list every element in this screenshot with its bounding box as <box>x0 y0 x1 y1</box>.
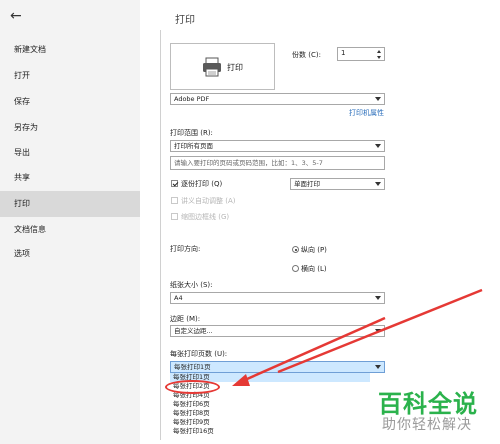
print-button-label: 打印 <box>227 63 243 72</box>
thumbnail-border-checkbox[interactable] <box>171 213 178 220</box>
sidebar-item-share[interactable]: 共享 <box>0 165 140 191</box>
printer-icon <box>203 57 221 77</box>
range-select-value: 打印所有页面 <box>174 142 213 150</box>
pages-per-sheet-label: 每张打印页数 (U): <box>170 350 228 358</box>
landscape-radio[interactable] <box>292 265 299 272</box>
landscape-label: 横向 (L) <box>301 265 327 273</box>
chevron-down-icon <box>375 329 381 333</box>
chevron-down-icon <box>375 296 381 300</box>
chevron-down-icon[interactable] <box>372 362 384 372</box>
printer-select-value: Adobe PDF <box>174 95 210 103</box>
sidebar-item-export[interactable]: 导出 <box>0 140 140 166</box>
stepper-up-icon[interactable] <box>377 50 381 53</box>
printer-properties-link[interactable]: 打印机属性 <box>349 108 384 118</box>
portrait-radio[interactable] <box>292 246 299 253</box>
collate-checkbox[interactable] <box>171 180 178 187</box>
pages-input[interactable]: 请输入要打印的页码或页码范围，比如：1、3、5-7 <box>170 156 385 170</box>
margins-label: 边距 (M): <box>170 315 201 323</box>
sidebar-item-open[interactable]: 打开 <box>0 63 140 89</box>
print-button[interactable]: 打印 <box>170 43 275 90</box>
pages-per-sheet-select[interactable]: 每张打印1页 <box>170 361 385 373</box>
collate-label: 逐份打印 (Q) <box>181 180 223 188</box>
handout-adjust-label: 讲义自动调整 (A) <box>181 197 236 205</box>
chevron-down-icon <box>375 97 381 101</box>
handout-adjust-checkbox[interactable] <box>171 197 178 204</box>
stepper-down-icon[interactable] <box>377 56 381 59</box>
range-select[interactable]: 打印所有页面 <box>170 140 385 152</box>
chevron-down-icon <box>375 144 381 148</box>
sidebar: ← 新建文档 打开 保存 另存为 导出 共享 打印 文档信息 选项 <box>0 0 140 444</box>
copies-label: 份数 (C): <box>292 51 321 59</box>
paper-size-value: A4 <box>174 294 183 302</box>
paper-size-select[interactable]: A4 <box>170 292 385 304</box>
sidebar-item-print[interactable]: 打印 <box>0 191 140 217</box>
sidebar-item-new[interactable]: 新建文档 <box>0 37 140 63</box>
thumbnail-border-label: 缩图边框线 (G) <box>181 213 230 221</box>
divider <box>160 30 161 440</box>
arrow-left-icon[interactable]: ← <box>10 8 22 24</box>
portrait-label: 纵向 (P) <box>301 246 327 254</box>
pages-per-sheet-value: 每张打印1页 <box>174 363 211 371</box>
sidebar-item-doc-info[interactable]: 文档信息 <box>0 217 140 243</box>
annotation-circle <box>165 380 220 394</box>
margins-select[interactable]: 自定义边距... <box>170 325 385 337</box>
pages-per-sheet-option[interactable]: 每张打印8页 <box>170 409 225 418</box>
sides-select[interactable]: 单面打印 <box>290 178 385 190</box>
page-title: 打印 <box>175 15 195 26</box>
sidebar-item-options[interactable]: 选项 <box>0 241 140 267</box>
printer-select[interactable]: Adobe PDF <box>170 93 385 105</box>
copies-value: 1 <box>341 49 346 57</box>
sides-select-value: 单面打印 <box>294 180 320 188</box>
orientation-label: 打印方向: <box>170 245 201 253</box>
pages-per-sheet-option[interactable]: 每张打印16页 <box>170 427 225 436</box>
pages-per-sheet-option[interactable]: 每张打印9页 <box>170 418 225 427</box>
copies-stepper[interactable]: 1 <box>337 47 385 61</box>
chevron-down-icon <box>375 182 381 186</box>
pages-input-placeholder: 请输入要打印的页码或页码范围，比如：1、3、5-7 <box>174 159 323 167</box>
margins-value: 自定义边距... <box>174 327 213 335</box>
sidebar-item-save-as[interactable]: 另存为 <box>0 115 140 141</box>
sidebar-item-save[interactable]: 保存 <box>0 89 140 115</box>
watermark-slogan: 助你轻松解决 <box>382 417 472 433</box>
paper-size-label: 纸张大小 (S): <box>170 281 213 289</box>
range-label: 打印范围 (R): <box>170 129 213 137</box>
pages-per-sheet-option[interactable]: 每张打印6页 <box>170 400 225 409</box>
